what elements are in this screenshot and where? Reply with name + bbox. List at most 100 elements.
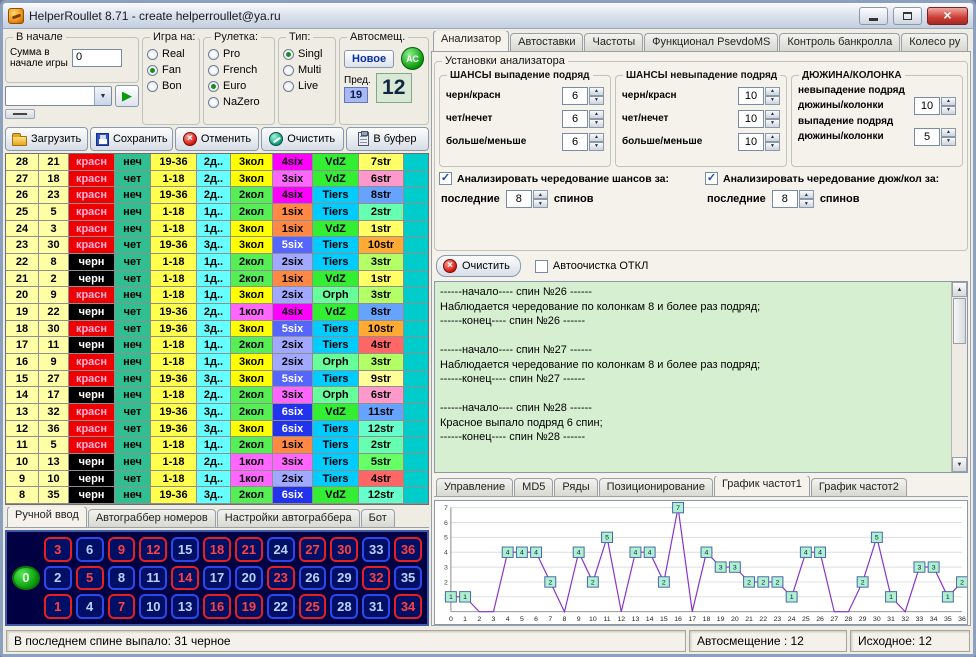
spinner-up-icon[interactable] (941, 97, 956, 106)
titlebar[interactable]: HelperRoullet 8.71 - create helperroulle… (3, 3, 973, 29)
minimize-button[interactable] (859, 7, 888, 25)
spin-row[interactable]: 2623красннеч19-362д..2кол4sixTiers8str (6, 187, 428, 204)
load-button[interactable]: Загрузить (5, 127, 88, 151)
spin-row[interactable]: 228чернчет1-181д..2кол2sixTiers3str (6, 254, 428, 271)
close-button[interactable] (927, 7, 968, 25)
spinner-down-icon[interactable] (589, 142, 604, 151)
clear-button[interactable]: Очистить (261, 127, 344, 151)
number-9[interactable]: 9 (108, 537, 136, 562)
number-17[interactable]: 17 (203, 566, 231, 591)
spin-row[interactable]: 243красннеч1-181д..3кол1sixVdZ1str (6, 221, 428, 238)
spin-row[interactable]: 1830краснчет19-363д..3кол5sixTiers10str (6, 321, 428, 338)
spinner-up-icon[interactable] (765, 110, 780, 119)
number-29[interactable]: 29 (330, 566, 358, 591)
alt-chances-checkbox[interactable] (439, 172, 452, 185)
number-2[interactable]: 2 (44, 566, 72, 591)
radio-real[interactable]: Real (147, 48, 195, 60)
lower-tab-6[interactable]: График частот2 (811, 478, 907, 496)
main-tab-3[interactable]: Частоты (584, 33, 643, 51)
number-7[interactable]: 7 (108, 594, 136, 619)
radio-pro[interactable]: Pro (208, 48, 270, 60)
number-26[interactable]: 26 (299, 566, 327, 591)
scroll-thumb[interactable] (953, 298, 966, 344)
new-button[interactable]: Новое (344, 50, 394, 68)
main-tab-2[interactable]: Автоставки (510, 33, 583, 51)
input-tab-2[interactable]: Автограббер номеров (88, 509, 216, 527)
number-33[interactable]: 33 (362, 537, 390, 562)
radio-euro[interactable]: Euro (208, 80, 270, 92)
spinner-value[interactable]: 10 (738, 133, 764, 151)
radio-french[interactable]: French (208, 64, 270, 76)
spin-row[interactable]: 1332краснчет19-363д..2кол6sixVdZ11str (6, 404, 428, 421)
spin-row[interactable]: 1527красннеч19-363д..3кол5sixTiers9str (6, 371, 428, 388)
ac-button[interactable]: АС (401, 47, 424, 70)
number-21[interactable]: 21 (235, 537, 263, 562)
number-15[interactable]: 15 (171, 537, 199, 562)
input-tab-4[interactable]: Бот (361, 509, 395, 527)
spinner-up-icon[interactable] (941, 128, 956, 137)
spin-row[interactable]: 115красннеч1-181д..2кол1sixTiers2str (6, 437, 428, 454)
number-6[interactable]: 6 (76, 537, 104, 562)
spinner-up-icon[interactable] (533, 190, 548, 199)
radio-fan[interactable]: Fan (147, 64, 195, 76)
number-23[interactable]: 23 (267, 566, 295, 591)
lower-tab-3[interactable]: Ряды (554, 478, 597, 496)
collapse-button[interactable] (5, 109, 35, 119)
number-31[interactable]: 31 (362, 594, 390, 619)
spin-row[interactable]: 2821красннеч19-362д..3кол4sixVdZ7str (6, 154, 428, 171)
main-tab-6[interactable]: Колесо ру (901, 33, 968, 51)
number-32[interactable]: 32 (362, 566, 390, 591)
lower-tab-2[interactable]: MD5 (514, 478, 553, 496)
spinner-down-icon[interactable] (765, 96, 780, 105)
spin-row[interactable]: 1236краснчет19-363д..3кол6sixTiers12str (6, 421, 428, 438)
spinner-value[interactable]: 10 (914, 97, 940, 115)
spin-row[interactable]: 2330краснчет19-363д..3кол5sixTiers10str (6, 237, 428, 254)
spinner-down-icon[interactable] (941, 137, 956, 146)
spinner-up-icon[interactable] (765, 133, 780, 142)
spinner-down-icon[interactable] (589, 119, 604, 128)
analyzer-clear-button[interactable]: Очистить (436, 255, 521, 277)
number-18[interactable]: 18 (203, 537, 231, 562)
number-10[interactable]: 10 (139, 594, 167, 619)
number-16[interactable]: 16 (203, 594, 231, 619)
number-0[interactable]: 0 (12, 566, 40, 591)
spinner-up-icon[interactable] (765, 87, 780, 96)
analysis-log[interactable]: ------начало---- спин №26 ------Наблюдае… (434, 281, 968, 473)
lower-tab-4[interactable]: Позиционирование (599, 478, 713, 496)
number-13[interactable]: 13 (171, 594, 199, 619)
number-24[interactable]: 24 (267, 537, 295, 562)
log-scrollbar[interactable] (951, 282, 967, 472)
spinner-down-icon[interactable] (941, 106, 956, 115)
alt-dozens-checkbox[interactable] (705, 172, 718, 185)
lower-tab-1[interactable]: Управление (436, 478, 513, 496)
number-14[interactable]: 14 (171, 566, 199, 591)
spinner-down-icon[interactable] (533, 199, 548, 208)
number-25[interactable]: 25 (299, 594, 327, 619)
spinner-value[interactable]: 6 (562, 110, 588, 128)
number-12[interactable]: 12 (139, 537, 167, 562)
spinner-up-icon[interactable] (799, 190, 814, 199)
spin-row[interactable]: 910чернчет1-181д..1кол2sixTiers4str (6, 471, 428, 488)
spin-row[interactable]: 255красннеч1-181д..2кол1sixTiers2str (6, 204, 428, 221)
number-30[interactable]: 30 (330, 537, 358, 562)
input-tab-1[interactable]: Ручной ввод (7, 507, 87, 527)
buffer-button[interactable]: В буфер (346, 127, 429, 151)
radio-bon[interactable]: Bon (147, 80, 195, 92)
scroll-down-icon[interactable] (952, 457, 967, 472)
spinner-value[interactable]: 5 (914, 128, 940, 146)
spin-row[interactable]: 1013черннеч1-182д..1кол3sixTiers5str (6, 454, 428, 471)
start-sum-input[interactable]: 0 (72, 49, 122, 67)
number-combobox[interactable] (5, 86, 112, 106)
number-35[interactable]: 35 (394, 566, 422, 591)
play-button[interactable] (115, 85, 139, 107)
number-20[interactable]: 20 (235, 566, 263, 591)
number-1[interactable]: 1 (44, 594, 72, 619)
number-5[interactable]: 5 (76, 566, 104, 591)
spinner-value[interactable]: 6 (562, 87, 588, 105)
main-tab-4[interactable]: Функционал PsevdoMS (644, 33, 778, 51)
spinner-value[interactable]: 8 (506, 190, 532, 208)
spin-row[interactable]: 212чернчет1-181д..2кол1sixVdZ1str (6, 271, 428, 288)
spin-row[interactable]: 209красннеч1-181д..3кол2sixOrph3str (6, 287, 428, 304)
number-28[interactable]: 28 (330, 594, 358, 619)
radio-singl[interactable]: Singl (283, 48, 331, 60)
